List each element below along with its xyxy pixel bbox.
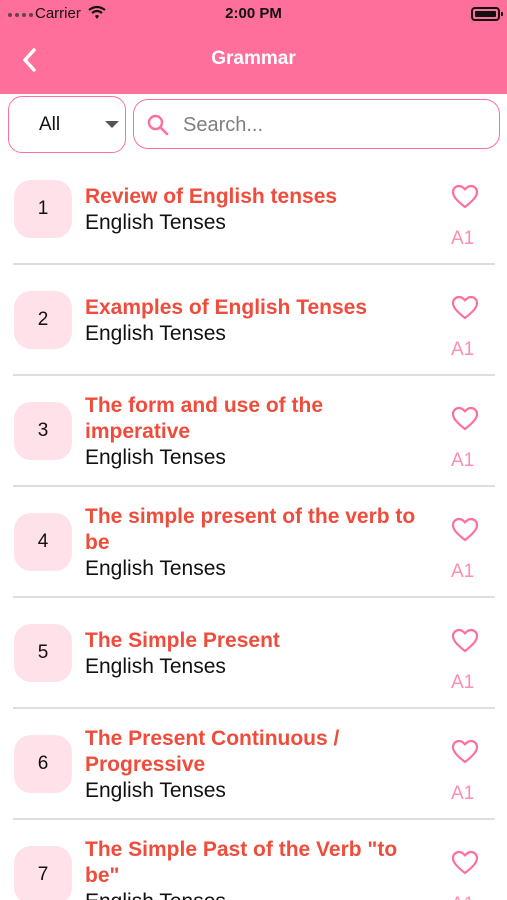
level-label: A1 <box>451 561 475 582</box>
lesson-category: English Tenses <box>85 779 226 802</box>
lesson-row[interactable]: 3 The form and use of the imperative Eng… <box>0 388 507 499</box>
level-label: A1 <box>451 894 486 900</box>
dropdown-arrow-icon <box>105 121 119 128</box>
row-divider <box>13 818 495 820</box>
lesson-category: English Tenses <box>85 322 226 345</box>
favorite-heart-icon[interactable] <box>451 739 479 765</box>
lesson-number-badge: 3 <box>14 402 72 460</box>
lesson-number-badge: 5 <box>14 624 72 682</box>
lesson-title: The form and use of the imperative <box>85 394 324 443</box>
lesson-title: The Present Continuous / Progressive <box>85 727 340 776</box>
level-label: A1 <box>451 783 475 804</box>
row-divider <box>13 374 495 376</box>
status-time: 2:00 PM <box>225 5 282 22</box>
lesson-row[interactable]: 6 The Present Continuous / Progressive E… <box>0 721 507 832</box>
lesson-title: Review of English tenses <box>85 185 338 208</box>
lesson-category: English Tenses <box>85 446 226 469</box>
lesson-category: English Tenses <box>85 557 226 580</box>
row-divider <box>13 707 495 709</box>
lesson-number-badge: 4 <box>14 513 72 571</box>
lesson-category: English Tenses <box>85 211 226 234</box>
favorite-heart-icon[interactable] <box>451 295 479 321</box>
favorite-heart-icon[interactable] <box>451 184 479 210</box>
lesson-number-badge: 7 <box>14 846 72 900</box>
battery-icon <box>471 7 503 21</box>
favorite-heart-icon[interactable] <box>451 406 479 432</box>
search-input[interactable] <box>183 111 483 139</box>
lesson-category: English Tenses <box>85 890 385 900</box>
lesson-number-badge: 6 <box>14 735 72 793</box>
level-label: A1 <box>451 339 475 360</box>
lesson-category: English Tenses <box>85 655 226 678</box>
lesson-row[interactable]: 1 Review of English tenses English Tense… <box>0 166 507 277</box>
lesson-title: The Simple Past of the Verb "to be" <box>85 838 398 887</box>
lesson-row[interactable]: 5 The Simple Present English Tenses A1 <box>0 610 507 721</box>
lesson-row[interactable]: 4 The simple present of the verb to be E… <box>0 499 507 610</box>
lesson-number-badge: 2 <box>14 291 72 349</box>
page-title: Grammar <box>211 48 296 69</box>
lesson-number-badge: 1 <box>14 180 72 238</box>
status-bar: Carrier 2:00 PM <box>0 0 507 28</box>
filter-selected-value: All <box>39 113 61 135</box>
lesson-title: The Simple Present <box>85 629 280 652</box>
row-divider <box>13 596 495 598</box>
level-label: A1 <box>451 450 475 471</box>
search-box[interactable] <box>133 99 500 149</box>
level-label: A1 <box>451 672 475 693</box>
level-label: A1 <box>451 228 475 249</box>
row-divider <box>13 485 495 487</box>
app-header: Carrier 2:00 PM Grammar <box>0 0 507 94</box>
lesson-list[interactable]: 1 Review of English tenses English Tense… <box>0 166 507 900</box>
row-divider <box>13 263 495 265</box>
favorite-heart-icon[interactable] <box>451 628 479 654</box>
lesson-title: The simple present of the verb to be <box>85 505 416 554</box>
favorite-heart-icon[interactable] <box>451 850 479 876</box>
lesson-row[interactable]: 7 The Simple Past of the Verb "to be" En… <box>0 832 507 900</box>
lesson-row[interactable]: 2 Examples of English Tenses English Ten… <box>0 277 507 388</box>
favorite-heart-icon[interactable] <box>451 517 479 543</box>
lesson-title: Examples of English Tenses <box>85 296 368 319</box>
search-icon <box>147 114 169 136</box>
level-filter-dropdown[interactable]: All <box>8 96 126 153</box>
